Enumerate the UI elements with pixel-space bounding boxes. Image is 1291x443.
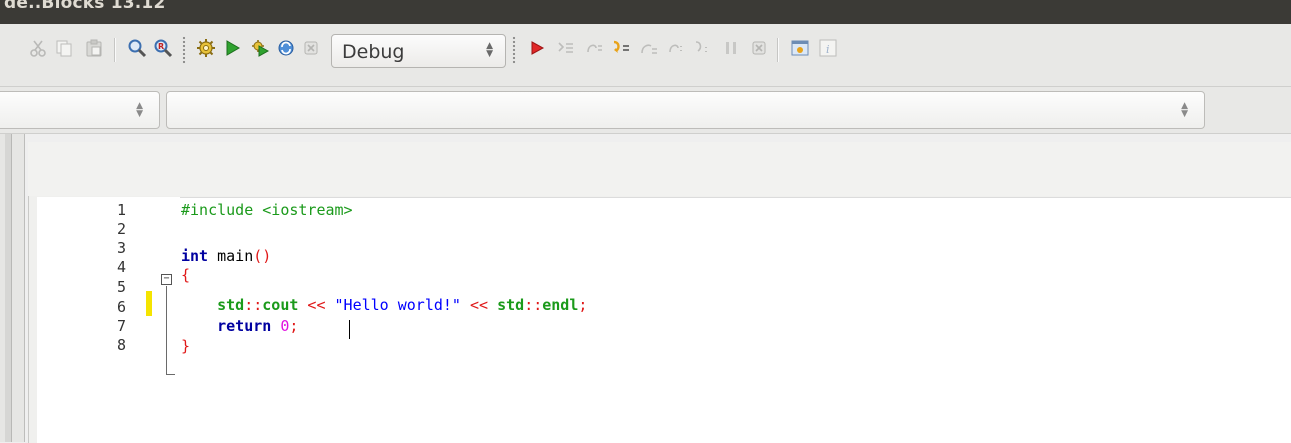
code-token: ; (578, 296, 588, 314)
break-debugger-icon[interactable] (720, 37, 742, 59)
main-toolbar: R Debug ▲ ▼ i (0, 24, 1291, 87)
code-completion-toolbar: ▲ ▼ ▲ ▼ (0, 87, 1291, 134)
debug-run-icon[interactable] (526, 37, 548, 59)
run-to-cursor-icon[interactable] (555, 37, 577, 59)
replace-icon[interactable]: R (152, 37, 174, 59)
code-token: } (181, 337, 191, 355)
window-title: de..Blocks 13.12 (4, 0, 166, 13)
management-panel (0, 134, 25, 442)
code-token: return (217, 317, 272, 335)
chevron-updown-icon: ▲ ▼ (136, 101, 143, 119)
step-into-icon[interactable] (610, 37, 632, 59)
code-token: #include <iostream> (181, 201, 353, 219)
function-select[interactable]: ▲ ▼ (166, 91, 1205, 129)
code-line: int main() (181, 247, 271, 265)
line-number: 7 (116, 317, 126, 335)
svg-text:R: R (158, 42, 164, 51)
code-line: { (181, 266, 190, 284)
window-titlebar: de..Blocks 13.12 (0, 0, 1291, 24)
step-out-icon[interactable] (638, 37, 660, 59)
code-token: :: (244, 296, 263, 314)
editor-tabstrip (28, 142, 1291, 196)
code-token: std (217, 296, 245, 314)
toolbar-grip[interactable] (512, 36, 516, 64)
code-token: main (208, 247, 254, 265)
line-number: 2 (116, 220, 126, 238)
rebuild-icon[interactable] (275, 37, 297, 59)
stop-debugger-icon[interactable] (748, 37, 770, 59)
line-number: 3 (116, 239, 126, 257)
code-line: #include <iostream> (181, 201, 353, 219)
build-target-value: Debug (342, 41, 405, 63)
text-cursor (349, 320, 350, 339)
code-token: int (181, 247, 209, 265)
build-and-run-icon[interactable] (249, 37, 271, 59)
fold-end (166, 374, 175, 375)
paste-icon[interactable] (83, 37, 105, 59)
chevron-updown-icon: ▲ ▼ (486, 41, 493, 59)
line-number: 4 (116, 258, 126, 276)
code-token: std (497, 296, 525, 314)
code-token: () (253, 247, 272, 265)
code-line: return 0; (181, 317, 298, 335)
toolbar-separator (114, 38, 115, 62)
code-token: ; (289, 317, 299, 335)
toolbar-separator (777, 38, 778, 62)
line-number: 1 (116, 201, 126, 219)
code-token: { (181, 266, 191, 284)
code-line: std::cout << "Hello world!" << std::endl… (181, 296, 587, 314)
fold-line (166, 286, 167, 375)
code-token: << (298, 296, 335, 314)
changed-line-marker (146, 291, 152, 316)
step-into-instruction-icon[interactable] (692, 37, 714, 59)
toolbar-grip[interactable] (182, 36, 186, 64)
line-number: 8 (116, 336, 126, 354)
code-line: } (181, 337, 190, 355)
line-number: 6 (116, 298, 126, 316)
info-icon[interactable]: i (817, 37, 839, 59)
fold-toggle-icon[interactable]: − (161, 274, 172, 285)
svg-text:i: i (826, 43, 830, 56)
scope-select[interactable]: ▲ ▼ (0, 91, 160, 129)
code-token: :: (524, 296, 543, 314)
code-token: << (460, 296, 498, 314)
line-number: 5 (116, 278, 126, 296)
code-token: "Hello world!" (334, 296, 461, 314)
build-icon[interactable] (195, 37, 217, 59)
chevron-updown-icon: ▲ ▼ (1181, 101, 1188, 119)
code-token: cout (262, 296, 299, 314)
debug-windows-icon[interactable] (789, 37, 811, 59)
next-line-icon[interactable] (583, 37, 605, 59)
cut-icon[interactable] (27, 37, 49, 59)
abort-icon[interactable] (300, 37, 322, 59)
find-icon[interactable] (126, 37, 148, 59)
next-instruction-icon[interactable] (665, 37, 687, 59)
copy-icon[interactable] (53, 37, 75, 59)
panel-splitter[interactable] (5, 134, 12, 442)
code-token: endl (542, 296, 579, 314)
run-icon[interactable] (221, 37, 243, 59)
build-target-select[interactable]: Debug ▲ ▼ (331, 34, 506, 68)
